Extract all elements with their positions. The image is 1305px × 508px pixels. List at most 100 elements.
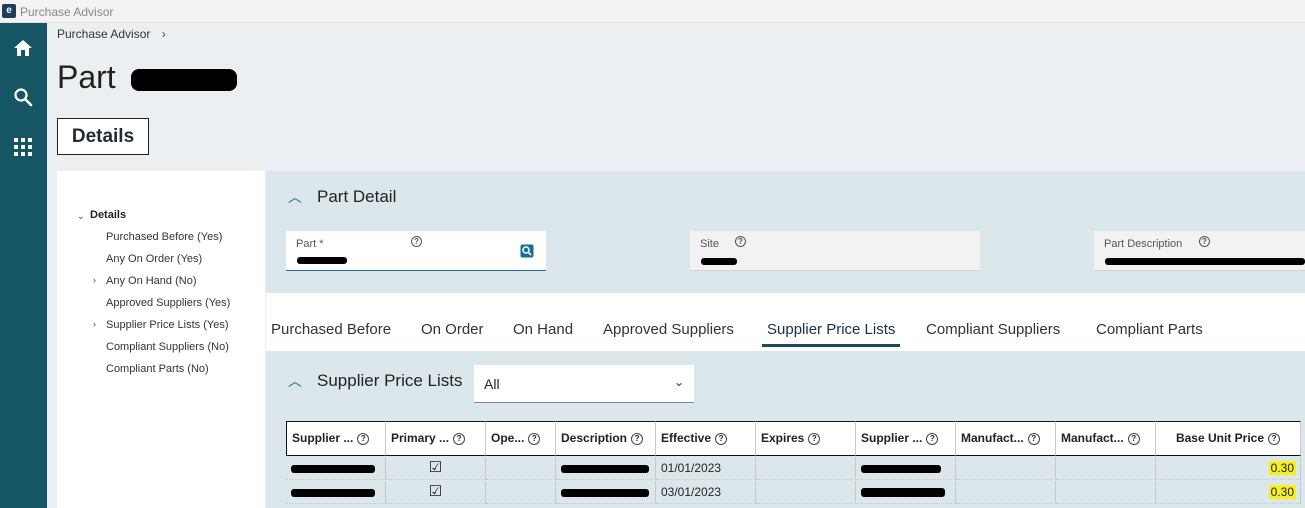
redacted-site-value bbox=[701, 258, 737, 265]
part-description-label: Part Description bbox=[1104, 238, 1183, 250]
tab-on-hand[interactable]: On Hand bbox=[513, 321, 573, 338]
chevron-right-icon[interactable]: › bbox=[93, 275, 96, 285]
help-icon: ? bbox=[1127, 432, 1140, 445]
help-icon[interactable]: ? bbox=[411, 236, 422, 247]
content-area: Purchase Advisor › Part Details ⌄ Detail… bbox=[47, 23, 1305, 508]
tab-compliant-suppliers[interactable]: Compliant Suppliers bbox=[926, 321, 1060, 338]
help-icon: ? bbox=[528, 432, 541, 445]
chevron-down-icon[interactable]: ⌄ bbox=[77, 211, 85, 222]
chevron-right-icon[interactable]: › bbox=[93, 319, 96, 329]
active-tab-indicator bbox=[762, 344, 900, 347]
help-icon: ? bbox=[808, 432, 821, 445]
description-cell bbox=[556, 457, 656, 480]
details-tab[interactable]: Details bbox=[57, 118, 149, 155]
column-header-primary[interactable]: Primary ...? bbox=[386, 421, 486, 456]
chevron-up-icon[interactable]: ︿ bbox=[288, 187, 302, 207]
help-icon: ? bbox=[1268, 432, 1281, 445]
breadcrumb-root[interactable]: Purchase Advisor bbox=[57, 27, 150, 41]
description-cell bbox=[556, 481, 656, 504]
open-cell bbox=[486, 481, 556, 504]
title-bar: e Purchase Advisor bbox=[0, 0, 1305, 23]
tab-supplier-price-lists[interactable]: Supplier Price Lists bbox=[767, 321, 895, 338]
supplier-part-cell bbox=[856, 457, 956, 480]
price-list-filter-select[interactable]: All ⌄ bbox=[474, 365, 694, 403]
open-cell bbox=[486, 457, 556, 480]
help-icon: ? bbox=[453, 432, 466, 445]
manufacturer-part-cell bbox=[1056, 457, 1156, 480]
apps-grid-icon[interactable] bbox=[11, 135, 35, 159]
site-field: Site ? bbox=[690, 231, 980, 271]
tab-compliant-parts[interactable]: Compliant Parts bbox=[1096, 321, 1203, 338]
tree-item-compliant-parts[interactable]: Compliant Parts (No) bbox=[106, 363, 209, 375]
help-icon: ? bbox=[715, 432, 728, 445]
effective-cell: 03/01/2023 bbox=[656, 481, 756, 504]
nav-rail bbox=[0, 23, 47, 508]
tree-item-any-on-hand[interactable]: Any On Hand (No) bbox=[106, 275, 196, 287]
primary-checkbox[interactable]: ☑ bbox=[386, 457, 486, 480]
tree-section-details[interactable]: Details bbox=[90, 209, 126, 221]
table-row[interactable] bbox=[286, 481, 386, 504]
home-icon[interactable] bbox=[11, 36, 35, 60]
tree-item-any-on-order[interactable]: Any On Order (Yes) bbox=[106, 253, 202, 265]
part-detail-title: Part Detail bbox=[317, 187, 397, 206]
column-header-manufacturer-part[interactable]: Manufact...? bbox=[1056, 421, 1156, 456]
tab-on-order[interactable]: On Order bbox=[421, 321, 484, 338]
tree-item-supplier-price-lists[interactable]: Supplier Price Lists (Yes) bbox=[106, 319, 228, 331]
help-icon: ? bbox=[357, 432, 370, 445]
details-tree: ⌄ Details Purchased Before (Yes) Any On … bbox=[57, 171, 265, 508]
column-header-supplier-part[interactable]: Supplier ...? bbox=[856, 421, 956, 456]
price-list-grid: Supplier ...? Primary ...? Ope...? Descr… bbox=[286, 421, 1305, 508]
column-header-expires[interactable]: Expires? bbox=[756, 421, 856, 456]
filter-selected-value: All bbox=[484, 376, 500, 392]
help-icon: ? bbox=[1027, 432, 1040, 445]
main-panel: ︿ Part Detail Part * ? Site ? Part Descr… bbox=[266, 171, 1305, 508]
primary-checkbox[interactable]: ☑ bbox=[386, 481, 486, 504]
app-logo-icon: e bbox=[2, 4, 16, 18]
effective-cell: 01/01/2023 bbox=[656, 457, 756, 480]
tree-item-purchased-before[interactable]: Purchased Before (Yes) bbox=[106, 231, 222, 243]
manufacturer-cell bbox=[956, 481, 1056, 504]
lookup-search-icon[interactable] bbox=[520, 244, 534, 263]
redacted-part-value bbox=[297, 257, 347, 264]
manufacturer-cell bbox=[956, 457, 1056, 480]
table-row[interactable] bbox=[286, 457, 386, 480]
help-icon[interactable]: ? bbox=[1199, 236, 1210, 247]
base-unit-price-cell: 0.30 bbox=[1156, 481, 1301, 504]
redacted-description bbox=[561, 464, 649, 473]
supplier-part-cell bbox=[856, 481, 956, 504]
chevron-up-icon[interactable]: ︿ bbox=[288, 371, 302, 391]
search-icon[interactable] bbox=[11, 85, 35, 109]
expires-cell bbox=[756, 457, 856, 480]
part-field[interactable]: Part * ? bbox=[286, 231, 546, 271]
site-field-label: Site bbox=[700, 238, 719, 250]
help-icon: ? bbox=[631, 432, 644, 445]
redacted-description-value bbox=[1105, 258, 1305, 265]
column-header-supplier[interactable]: Supplier ...? bbox=[286, 421, 386, 456]
help-icon: ? bbox=[926, 432, 939, 445]
help-icon[interactable]: ? bbox=[735, 236, 746, 247]
column-header-description[interactable]: Description? bbox=[556, 421, 656, 456]
base-unit-price-cell: 0.30 bbox=[1156, 457, 1301, 480]
redacted-description bbox=[561, 488, 649, 497]
redacted-supplier bbox=[291, 488, 375, 497]
column-header-effective[interactable]: Effective? bbox=[656, 421, 756, 456]
app-title: Purchase Advisor bbox=[20, 5, 114, 19]
part-description-field: Part Description ? bbox=[1094, 231, 1305, 271]
tree-item-approved-suppliers[interactable]: Approved Suppliers (Yes) bbox=[106, 297, 230, 309]
breadcrumb-separator: › bbox=[161, 27, 166, 41]
tab-approved-suppliers[interactable]: Approved Suppliers bbox=[603, 321, 734, 338]
tab-purchased-before[interactable]: Purchased Before bbox=[271, 321, 391, 338]
redacted-supplier-part bbox=[861, 488, 945, 498]
redacted-part-number bbox=[130, 68, 237, 91]
detail-tabs: Purchased Before On Order On Hand Approv… bbox=[266, 313, 1305, 347]
redacted-supplier bbox=[291, 464, 375, 473]
expires-cell bbox=[756, 481, 856, 504]
redacted-supplier-part bbox=[861, 464, 941, 473]
tree-item-compliant-suppliers[interactable]: Compliant Suppliers (No) bbox=[106, 341, 229, 353]
column-header-open[interactable]: Ope...? bbox=[486, 421, 556, 456]
page-title: Part bbox=[57, 59, 237, 96]
column-header-manufacturer[interactable]: Manufact...? bbox=[956, 421, 1056, 456]
chevron-down-icon: ⌄ bbox=[673, 375, 684, 389]
breadcrumb: Purchase Advisor › bbox=[57, 27, 166, 41]
column-header-base-unit-price[interactable]: Base Unit Price? bbox=[1156, 421, 1301, 456]
